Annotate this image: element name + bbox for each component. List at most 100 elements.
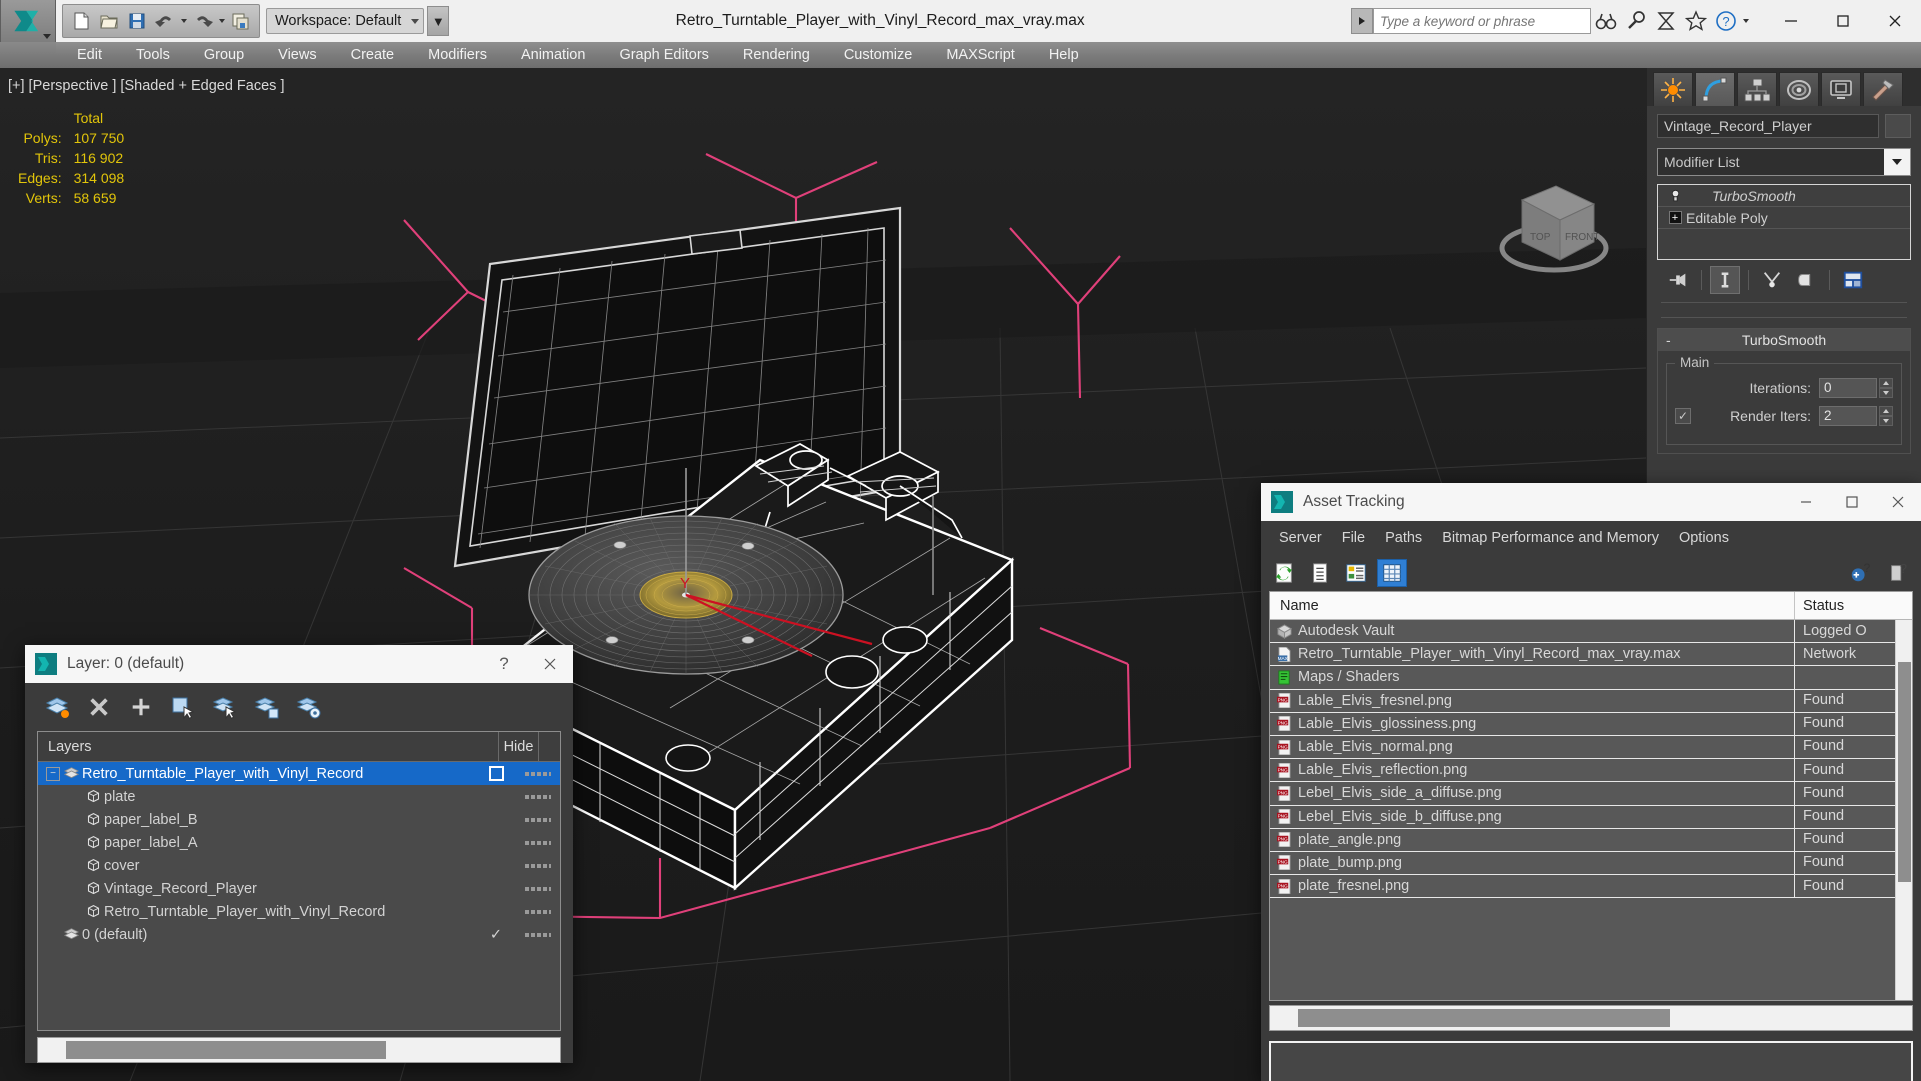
asset-name-cell[interactable]: PNG Lebel_Elvis_side_b_diffuse.png [1270,809,1794,825]
layer-horizontal-scrollbar[interactable] [37,1037,561,1063]
details-view-icon[interactable] [1341,559,1371,587]
menu-item-customize[interactable]: Customize [827,42,930,68]
hide-toggle[interactable]: ✓ [476,927,516,943]
freeze-toggle[interactable] [516,886,560,891]
search-input[interactable] [1373,8,1591,34]
spinner-arrows[interactable] [1879,378,1893,398]
layer-dialog[interactable]: Layer: 0 (default) ? Layers Hide − Retro… [25,645,573,1063]
asset-menu-paths[interactable]: Paths [1375,521,1432,555]
modify-tab[interactable] [1695,72,1735,106]
asset-name-cell[interactable]: Autodesk Vault [1270,623,1794,639]
close-button[interactable] [1875,483,1921,521]
layer-properties-icon[interactable] [295,693,323,721]
asset-tracking-dialog[interactable]: Asset Tracking Server File Paths Bitmap Per… [1261,483,1921,1081]
menu-item-rendering[interactable]: Rendering [726,42,827,68]
motion-tab[interactable] [1779,72,1819,106]
close-button[interactable] [527,645,573,683]
menu-item-help[interactable]: Help [1032,42,1096,68]
workspace-selector[interactable]: Workspace: Default [266,8,425,34]
display-tab[interactable] [1821,72,1861,106]
list-view-icon[interactable] [1305,559,1335,587]
asset-name-cell[interactable]: PNG Lebel_Elvis_side_a_diffuse.png [1270,785,1794,801]
asset-name-cell[interactable]: PNG Lable_Elvis_fresnel.png [1270,693,1794,709]
undo-icon[interactable] [151,7,179,35]
modifier-stack[interactable]: TurboSmooth + Editable Poly [1657,184,1911,260]
viewport-label[interactable]: [+] [Perspective ] [Shaded + Edged Faces… [8,78,284,94]
layer-column-name[interactable]: Layers [38,739,498,755]
freeze-toggle[interactable] [516,817,560,822]
workspace-expand-button[interactable]: ▼ [427,6,450,36]
favorites-star-icon[interactable] [1681,7,1711,35]
layer-list-item[interactable]: plate [38,785,560,808]
layer-list-item[interactable]: Retro_Turntable_Player_with_Vinyl_Record [38,900,560,923]
asset-table-row[interactable]: MAX Retro_Turntable_Player_with_Vinyl_Rec… [1270,642,1912,667]
make-unique-icon[interactable] [1757,266,1787,294]
scrollbar-thumb[interactable] [66,1041,386,1059]
menu-item-modifiers[interactable]: Modifiers [411,42,504,68]
save-file-icon[interactable] [123,7,151,35]
grid-view-icon[interactable] [1377,559,1407,587]
help-dropdown-caret-icon[interactable] [1741,7,1751,35]
menu-item-graph-editors[interactable]: Graph Editors [602,42,725,68]
menu-item-create[interactable]: Create [334,42,412,68]
menu-item-group[interactable]: Group [187,42,261,68]
show-end-result-icon[interactable] [1710,266,1740,294]
modifier-list-dropdown[interactable]: Modifier List [1657,148,1911,176]
layer-list-item[interactable]: cover [38,854,560,877]
search-expand-arrow-icon[interactable] [1351,8,1373,34]
modifier-stack-entry[interactable]: TurboSmooth [1658,185,1910,207]
asset-name-cell[interactable]: PNG plate_angle.png [1270,832,1794,848]
select-highlighted-objects-icon[interactable] [211,693,239,721]
spinner-up[interactable] [1879,378,1893,388]
maximize-button[interactable] [1817,0,1869,42]
freeze-toggle[interactable] [516,840,560,845]
undo-dropdown-caret-icon[interactable] [179,7,189,35]
asset-name-cell[interactable]: PNG plate_fresnel.png [1270,878,1794,894]
layer-column-hide[interactable]: Hide [498,731,538,762]
new-file-icon[interactable] [67,7,95,35]
help-icon[interactable]: ? [1711,7,1741,35]
rollup-collapse-icon[interactable]: - [1666,332,1671,348]
menu-item-views[interactable]: Views [261,42,333,68]
asset-table-row[interactable]: PNG plate_angle.png Found [1270,828,1912,852]
maximize-button[interactable] [1829,483,1875,521]
asset-name-cell[interactable]: Maps / Shaders [1270,669,1794,685]
add-layer-icon[interactable] [127,693,155,721]
asset-menu-file[interactable]: File [1332,521,1375,555]
menu-item-tools[interactable]: Tools [119,42,187,68]
help-query-icon[interactable]: ? [1883,559,1913,587]
help-button[interactable]: ? [481,645,527,683]
lightbulb-icon[interactable] [1664,189,1686,203]
refresh-icon[interactable] [1269,559,1299,587]
parameter-value-input[interactable]: 0 [1819,378,1877,398]
freeze-toggle[interactable] [516,863,560,868]
asset-name-cell[interactable]: PNG Lable_Elvis_reflection.png [1270,762,1794,778]
plus-box-icon[interactable]: + [1664,211,1686,224]
asset-table-vertical-scrollbar[interactable] [1895,620,1912,1000]
spinner-arrows[interactable] [1879,406,1893,426]
scrollbar-thumb[interactable] [1298,1009,1670,1027]
asset-table-row[interactable]: PNG Lebel_Elvis_side_b_diffuse.png Found [1270,805,1912,829]
freeze-toggle[interactable] [516,909,560,914]
spinner-down[interactable] [1879,416,1893,426]
asset-column-name[interactable]: Name [1270,592,1794,619]
asset-name-cell[interactable]: PNG Lable_Elvis_normal.png [1270,739,1794,755]
asset-table-row[interactable]: PNG Lable_Elvis_reflection.png Found [1270,758,1912,783]
layer-list[interactable]: Layers Hide − Retro_Turntable_Player_with… [37,731,561,1031]
utilities-tab[interactable] [1863,72,1903,106]
application-menu-button[interactable] [0,0,56,48]
scrollbar-thumb[interactable] [1898,662,1911,882]
expand-collapse-icon[interactable]: − [46,766,60,781]
menu-item-edit[interactable]: Edit [60,42,119,68]
create-tab[interactable] [1653,72,1693,106]
asset-table-row[interactable]: PNG Lable_Elvis_normal.png Found [1270,735,1912,760]
freeze-toggle[interactable] [516,771,560,776]
spinner-up[interactable] [1879,406,1893,416]
freeze-toggle[interactable] [516,794,560,799]
layer-column-freeze[interactable] [538,731,560,762]
project-folder-icon[interactable] [227,7,255,35]
redo-dropdown-caret-icon[interactable] [217,7,227,35]
layer-list-item[interactable]: paper_label_B [38,808,560,831]
binoculars-icon[interactable] [1591,7,1621,35]
render-iters-checkbox[interactable]: ✓ [1675,408,1691,424]
